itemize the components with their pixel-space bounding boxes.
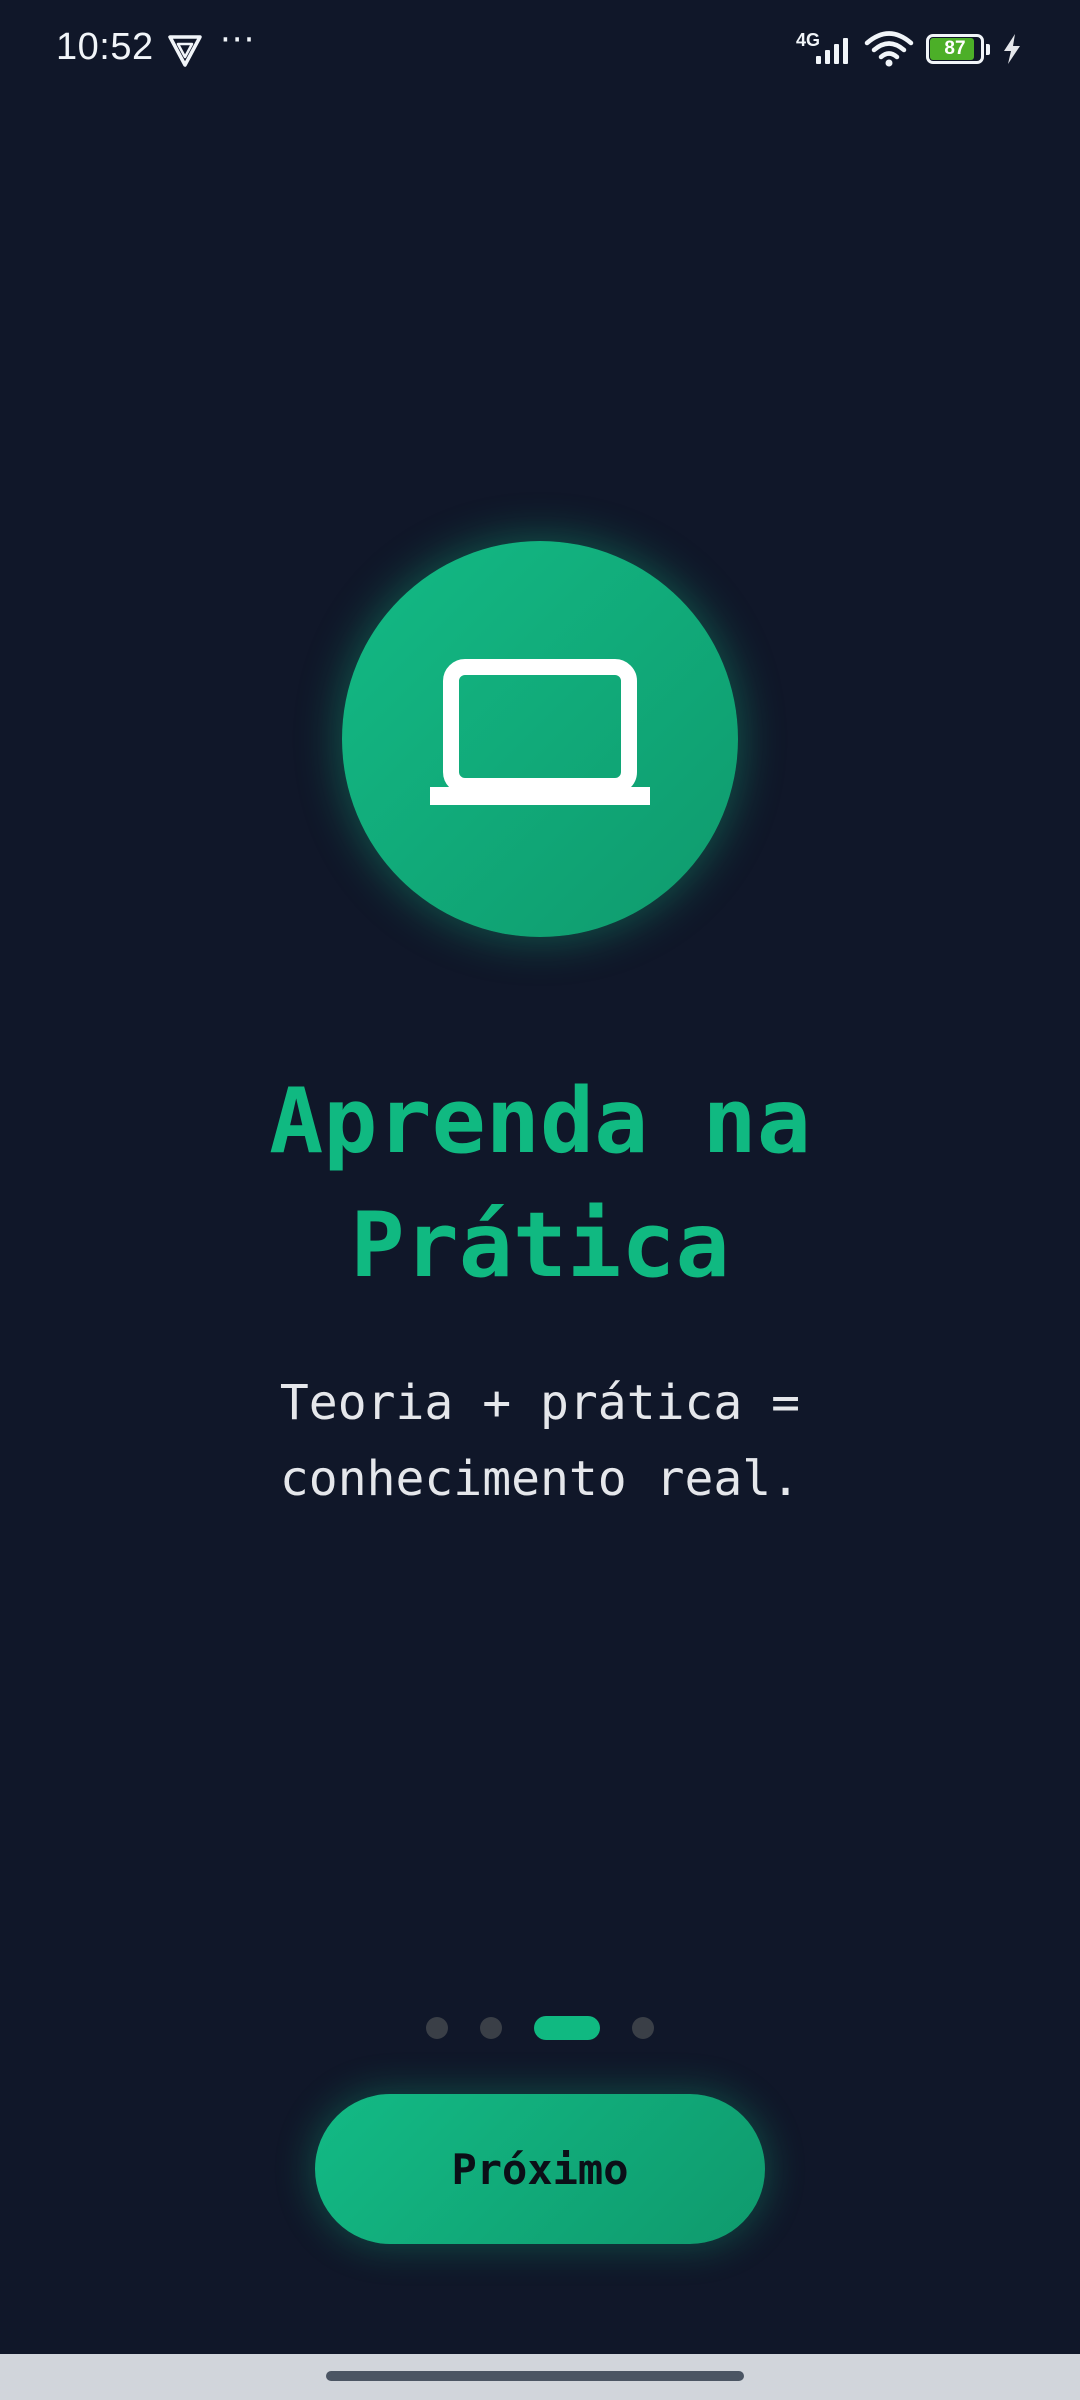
page-dot[interactable]: [632, 2017, 654, 2039]
status-bar: 10:52 ··· 4G 87: [0, 0, 1080, 100]
page-dot-active[interactable]: [534, 2016, 600, 2040]
battery-cap: [986, 44, 990, 55]
more-notifications-icon: ···: [220, 20, 256, 60]
page-dot[interactable]: [480, 2017, 502, 2039]
battery-level-text: 87: [944, 38, 966, 59]
page-subtitle: Teoria + prática = conhecimento real.: [190, 1365, 890, 1517]
title-line-2: Prática: [350, 1193, 730, 1298]
navigation-bar: [0, 2354, 1080, 2400]
subtitle-line-1: Teoria + prática =: [279, 1375, 801, 1431]
battery-icon: 87: [926, 34, 992, 66]
page-title: Aprenda na Prática: [140, 1060, 940, 1308]
subtitle-line-2: conhecimento real.: [279, 1451, 801, 1507]
signal-icon: [816, 38, 848, 64]
home-indicator[interactable]: [326, 2371, 744, 2381]
page-indicator: [0, 2015, 1080, 2041]
next-button[interactable]: Próximo: [315, 2094, 765, 2244]
wifi-icon: [864, 31, 914, 67]
hero-icon-circle: [342, 541, 738, 937]
page-dot[interactable]: [426, 2017, 448, 2039]
laptop-icon: [430, 659, 650, 805]
onboarding-screen: 10:52 ··· 4G 87 Aprenda na Prática Teori…: [0, 0, 1080, 2400]
shield-app-icon: [168, 35, 202, 67]
next-button-label: Próximo: [451, 2144, 629, 2194]
status-time: 10:52: [56, 26, 154, 68]
title-line-1: Aprenda na: [269, 1069, 811, 1174]
charging-icon: [1004, 34, 1020, 64]
